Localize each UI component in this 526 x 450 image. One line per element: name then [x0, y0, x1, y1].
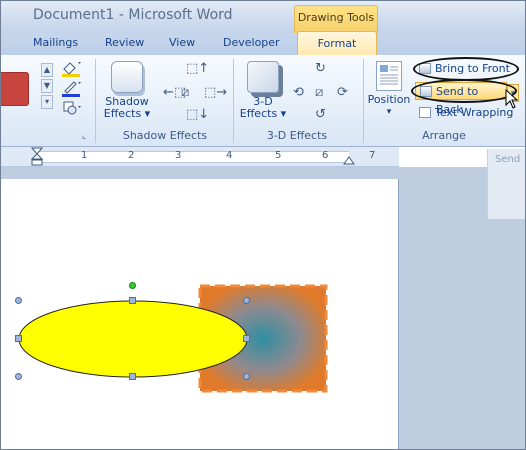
3d-effects-button[interactable]: 3-D Effects ▾ — [235, 57, 291, 120]
resize-handle-bottom-left[interactable] — [15, 373, 22, 380]
shadow-effects-group-label: Shadow Effects — [122, 129, 208, 142]
ruler-number: 5 — [275, 150, 282, 161]
resize-handle-left[interactable] — [15, 335, 22, 342]
shape-style-swatch[interactable] — [1, 72, 29, 106]
ribbon: ▲ ▼ ▾ ⌞ Shadow Effects ▾ ⬚↑ ←⬚ ⧄ ⬚→ ⬚↓ S… — [1, 55, 525, 147]
nudge-shadow-up-icon[interactable]: ⬚↑ — [186, 61, 209, 76]
arrange-group-label: Arrange — [422, 129, 466, 142]
annotation-ring-bring-to-front — [413, 57, 519, 81]
3d-effects-icon — [247, 61, 279, 93]
document-page[interactable] — [1, 179, 399, 449]
shadow-effects-button[interactable]: Shadow Effects ▾ — [99, 57, 155, 120]
resize-handle-top-right[interactable] — [243, 297, 250, 304]
mouse-cursor-icon — [505, 89, 519, 109]
3d-effects-group-label: 3-D Effects — [266, 129, 328, 142]
text-wrapping-label: Text Wrapping — [435, 106, 514, 119]
dialog-launcher-icon[interactable]: ⌞ — [79, 127, 89, 145]
tab-format[interactable]: Format — [297, 31, 377, 56]
ribbon-tab-row: Mailings Review View Developer — [1, 33, 525, 55]
ruler-number: 6 — [322, 150, 329, 161]
drawing-tools-contextual-tab[interactable]: Drawing Tools — [294, 5, 378, 33]
position-icon — [376, 61, 402, 91]
gallery-more-button[interactable]: ▾ — [41, 95, 53, 109]
shadow-on-off-icon[interactable]: ⧄ — [181, 85, 189, 100]
nudge-shadow-right-icon[interactable]: ⬚→ — [204, 85, 227, 100]
drawing-canvas — [18, 284, 328, 393]
word-window: Document1 - Microsoft Word Drawing Tools… — [0, 0, 526, 450]
right-indent-marker-icon[interactable] — [343, 155, 355, 165]
annotation-ring-send-to-back — [411, 79, 517, 103]
yellow-ellipse-shape[interactable] — [18, 300, 248, 378]
group-separator — [95, 59, 96, 143]
tab-review[interactable]: Review — [105, 36, 144, 49]
ruler-number: 4 — [226, 150, 233, 161]
resize-handle-right[interactable] — [243, 335, 250, 342]
tab-developer[interactable]: Developer — [223, 36, 280, 49]
rotation-handle[interactable] — [129, 282, 136, 289]
group-separator — [363, 59, 364, 143]
3d-effects-label-line2: Effects ▾ — [239, 107, 287, 120]
text-wrapping-icon — [419, 107, 431, 118]
tooltip-title: Send — [495, 154, 521, 165]
text-wrapping-button[interactable]: Text Wrapping — [415, 104, 513, 122]
shape-fill-icon[interactable] — [59, 59, 83, 77]
ruler-number: 3 — [175, 150, 182, 161]
change-shape-icon[interactable] — [59, 99, 83, 117]
tab-mailings[interactable]: Mailings — [33, 36, 78, 49]
ruler-number: 1 — [81, 150, 88, 161]
tilt-down-icon[interactable]: ↺ — [315, 107, 326, 122]
tilt-up-icon[interactable]: ↻ — [315, 61, 326, 76]
resize-handle-top-left[interactable] — [15, 297, 22, 304]
ruler-number: 2 — [128, 150, 135, 161]
tilt-left-icon[interactable]: ⟲ — [293, 85, 304, 100]
gallery-scroll-up-button[interactable]: ▲ — [41, 63, 53, 77]
position-button[interactable]: Position ▾ — [365, 57, 413, 118]
window-title: Document1 - Microsoft Word — [33, 7, 233, 23]
document-workspace — [1, 167, 525, 449]
group-separator — [233, 59, 234, 143]
ruler-number: 7 — [369, 150, 376, 161]
position-label: Position — [367, 93, 411, 106]
gallery-scroll-down-button[interactable]: ▼ — [41, 79, 53, 93]
tab-view[interactable]: View — [169, 36, 195, 49]
horizontal-ruler: 1 2 3 4 5 6 7 — [1, 147, 399, 167]
tilt-right-icon[interactable]: ⟳ — [337, 85, 348, 100]
3d-on-off-icon[interactable]: ⧄ — [315, 85, 323, 100]
title-bar: Document1 - Microsoft Word — [1, 1, 525, 33]
shadow-effects-icon — [111, 61, 143, 93]
resize-handle-bottom-right[interactable] — [243, 373, 250, 380]
resize-handle-top[interactable] — [129, 297, 136, 304]
resize-handle-bottom[interactable] — [129, 373, 136, 380]
first-line-indent-marker-icon[interactable] — [31, 147, 43, 167]
nudge-shadow-down-icon[interactable]: ⬚↓ — [186, 107, 209, 122]
position-dropdown-icon: ▾ — [386, 107, 392, 117]
shadow-effects-label-line2: Effects ▾ — [103, 107, 151, 120]
shape-outline-icon[interactable] — [59, 79, 83, 97]
